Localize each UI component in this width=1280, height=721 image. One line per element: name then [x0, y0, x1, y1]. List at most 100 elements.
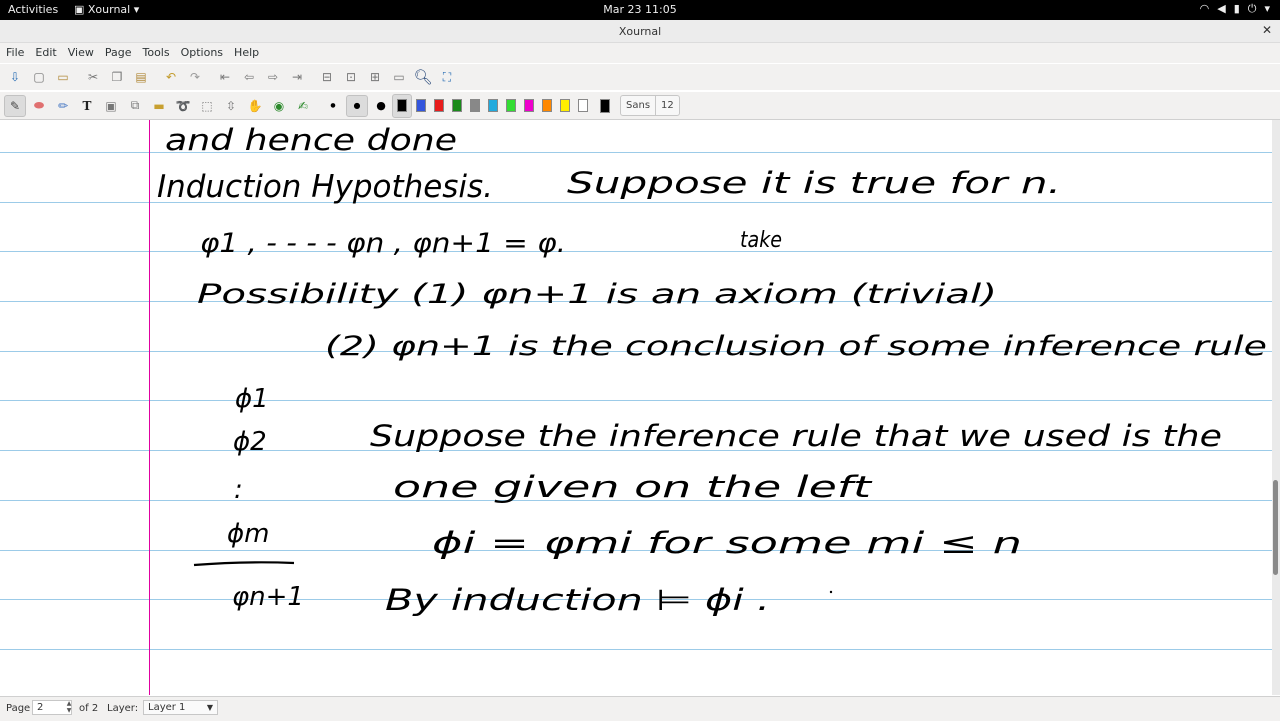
- color-yellow[interactable]: [556, 95, 574, 117]
- zoom-normal-icon[interactable]: ⊡: [340, 66, 362, 88]
- battery-icon: ▮: [1233, 2, 1240, 15]
- wifi-icon: ◠: [1199, 2, 1210, 15]
- redo-icon[interactable]: ↷: [184, 66, 206, 88]
- rect-select-icon[interactable]: ⬚: [196, 95, 218, 117]
- next-page-icon[interactable]: ⇨: [262, 66, 284, 88]
- ink-suppose-true: Suppose it is true for n.: [567, 166, 1061, 200]
- prev-page-icon[interactable]: ⇦: [238, 66, 260, 88]
- page-width-icon[interactable]: ▭: [388, 66, 410, 88]
- menu-page[interactable]: Page: [99, 43, 137, 63]
- first-page-icon[interactable]: ⇤: [214, 66, 236, 88]
- ink-possibility-1: Possibility (1) φn+1 is an axiom (trivia…: [197, 279, 997, 310]
- page-label: Page: [6, 703, 31, 714]
- color-black[interactable]: [392, 93, 412, 118]
- copy-icon[interactable]: ❐: [106, 66, 128, 88]
- zoom-in-icon[interactable]: ⊞: [364, 66, 386, 88]
- fullscreen-icon[interactable]: ⛶: [436, 66, 458, 88]
- color-white[interactable]: [574, 95, 592, 117]
- color-swatch: [397, 99, 407, 112]
- menu-edit[interactable]: Edit: [29, 43, 61, 63]
- page-canvas[interactable]: and hence done Induction Hypothesis. Sup…: [0, 120, 1272, 695]
- color-orange[interactable]: [538, 95, 556, 117]
- zoom-icon[interactable]: 🔍︎: [412, 66, 434, 88]
- ink-phi-i-equals: ϕi = φmi for some mi ≤ n: [432, 526, 1022, 560]
- system-top-bar: Activities ▣ Xournal ▾ Mar 23 11:05 ◠ ◀ …: [0, 0, 1280, 20]
- new-icon[interactable]: ▢: [28, 66, 50, 88]
- app-menu-button[interactable]: ▣ Xournal ▾: [74, 3, 139, 16]
- menu-options[interactable]: Options: [175, 43, 228, 63]
- menu-tools[interactable]: Tools: [136, 43, 174, 63]
- current-color-button[interactable]: [596, 95, 614, 117]
- vertical-scrollbar[interactable]: [1272, 120, 1280, 695]
- color-green[interactable]: [448, 95, 466, 117]
- layer-label: Layer:: [107, 703, 139, 714]
- menu-bar: File Edit View Page Tools Options Help: [0, 43, 1280, 63]
- color-light-blue[interactable]: [484, 95, 502, 117]
- color-red[interactable]: [430, 95, 448, 117]
- app-menu-label: Xournal: [87, 3, 131, 16]
- eraser-icon[interactable]: ⬬: [28, 95, 50, 117]
- text-icon[interactable]: T: [76, 95, 98, 117]
- ink-line-1: and hence done: [165, 123, 457, 157]
- highlighter-icon[interactable]: ✏: [52, 95, 74, 117]
- activities-button[interactable]: Activities: [8, 3, 58, 16]
- status-bar: Page 2 ▲ ▼ of 2 Layer: Layer 1 ▼: [0, 696, 1280, 721]
- menu-help[interactable]: Help: [228, 43, 264, 63]
- tools-toolbar: ✎ ⬬ ✏ T ▣ ⧉ ▬ ➰ ⬚ ⇳ ✋ ◉ ✍ ● ● ● Sans 12: [0, 92, 1280, 120]
- open-icon[interactable]: ▭: [52, 66, 74, 88]
- volume-icon: ◀: [1217, 2, 1226, 15]
- color-light-green[interactable]: [502, 95, 520, 117]
- thick-pen-icon[interactable]: ●: [370, 95, 392, 117]
- save-icon[interactable]: ⇩: [4, 66, 26, 88]
- ink-phi-2: ϕ2: [233, 427, 267, 457]
- clock[interactable]: Mar 23 11:05: [0, 3, 1280, 16]
- ink-induction-hypothesis: Induction Hypothesis.: [157, 169, 493, 205]
- window-title-bar: Xournal ✕: [0, 20, 1280, 43]
- close-icon[interactable]: ✕: [1262, 23, 1272, 37]
- shape-icon[interactable]: ⧉: [124, 95, 146, 117]
- vertical-space-icon[interactable]: ⇳: [220, 95, 242, 117]
- scrollbar-thumb[interactable]: [1273, 480, 1278, 575]
- pen-icon[interactable]: ✎: [4, 94, 26, 117]
- color-blue[interactable]: [412, 95, 430, 117]
- menu-file[interactable]: File: [0, 43, 29, 63]
- ink-inference-bar: [193, 561, 295, 567]
- font-button[interactable]: Sans 12: [620, 95, 680, 116]
- main-toolbar: ⇩ ▢ ▭ ✂ ❐ ▤ ↶ ↷ ⇤ ⇦ ⇨ ⇥ ⊟ ⊡ ⊞ ▭ 🔍︎ ⛶: [0, 64, 1280, 90]
- ruler-icon[interactable]: ▬: [148, 95, 170, 117]
- undo-icon[interactable]: ↶: [160, 66, 182, 88]
- ink-phi-sequence: φ1 , - - - - φn , φn+1 = φ.: [200, 228, 566, 259]
- medium-pen-icon[interactable]: ●: [346, 94, 368, 117]
- shape-recognizer-icon[interactable]: ✍: [292, 95, 314, 117]
- ink-phi-m: ϕm: [227, 519, 269, 549]
- ink-by-induction: By induction ⊨ ϕi .: [385, 583, 770, 617]
- ink-suppose-inference: Suppose the inference rule that we used …: [370, 419, 1222, 453]
- zoom-out-icon[interactable]: ⊟: [316, 66, 338, 88]
- image-icon[interactable]: ▣: [100, 95, 122, 117]
- ink-dot: [829, 590, 833, 594]
- color-gray[interactable]: [466, 95, 484, 117]
- thin-pen-icon[interactable]: ●: [322, 95, 344, 117]
- page-count: of 2: [79, 703, 99, 714]
- system-tray[interactable]: ◠ ◀ ▮ ⏻ ▾: [1200, 2, 1270, 16]
- default-pen-icon[interactable]: ◉: [268, 95, 290, 117]
- ink-phi-1: ϕ1: [235, 384, 269, 414]
- ink-one-given: one given on the left: [393, 470, 874, 504]
- chevron-down-icon: ▾: [1264, 2, 1270, 15]
- layer-select[interactable]: Layer 1 ▼: [143, 700, 218, 715]
- ink-possibility-2: (2) φn+1 is the conclusion of some infer…: [325, 331, 1267, 362]
- menu-view[interactable]: View: [62, 43, 99, 63]
- ink-take: take: [740, 228, 782, 253]
- chevron-down-icon: ▼: [206, 703, 213, 712]
- last-page-icon[interactable]: ⇥: [286, 66, 308, 88]
- ink-dots: :: [234, 475, 243, 505]
- cut-icon[interactable]: ✂: [82, 66, 104, 88]
- color-magenta[interactable]: [520, 95, 538, 117]
- paste-icon[interactable]: ▤: [130, 66, 152, 88]
- font-size: 12: [655, 96, 679, 115]
- font-name: Sans: [626, 100, 651, 111]
- window-title: Xournal: [618, 25, 662, 38]
- hand-icon[interactable]: ✋: [244, 95, 266, 117]
- lasso-icon[interactable]: ➰: [172, 95, 194, 117]
- page-spin-buttons[interactable]: ▲ ▼: [64, 700, 74, 715]
